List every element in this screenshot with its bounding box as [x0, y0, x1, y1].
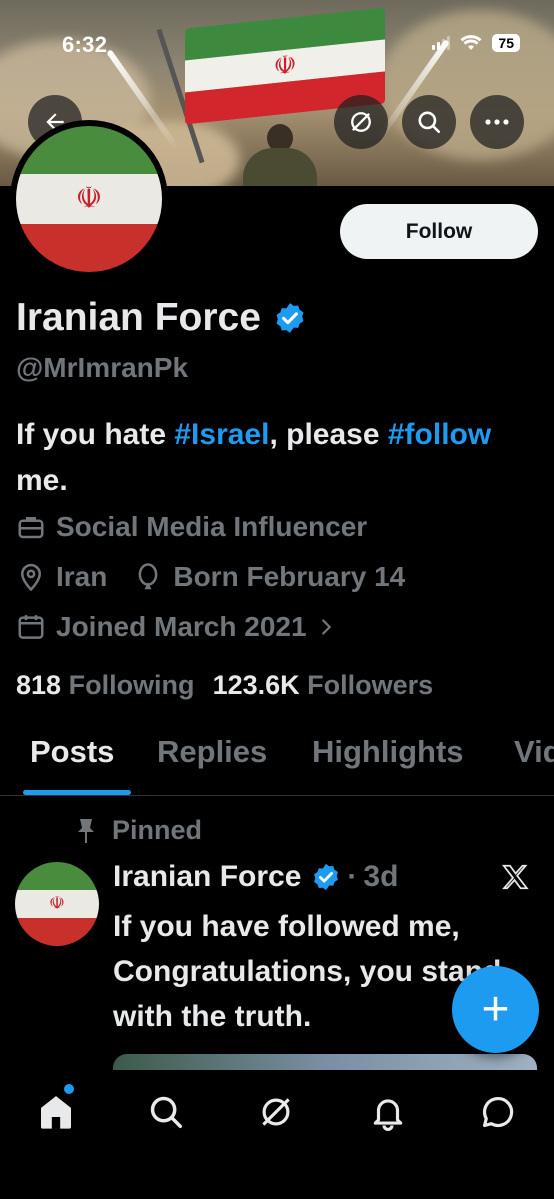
hashtag-link[interactable]: #Israel	[174, 418, 269, 451]
messages-icon	[482, 1096, 514, 1128]
post-author-name[interactable]: Iranian Force	[113, 860, 301, 894]
briefcase-icon	[18, 517, 44, 539]
tab-replies[interactable]: Replies	[157, 734, 267, 770]
birthday-text: Born February 14	[173, 561, 406, 592]
more-horizontal-icon	[485, 119, 509, 125]
post-separator: ·	[347, 860, 358, 893]
calendar-icon	[18, 615, 44, 639]
cellular-signal-icon	[432, 36, 451, 50]
balloon-icon	[138, 563, 158, 590]
pin-icon	[78, 818, 94, 843]
search-icon	[418, 111, 441, 134]
location-pin-icon	[20, 563, 42, 592]
profile-joined[interactable]: Joined March 2021	[16, 611, 337, 643]
nav-home[interactable]	[34, 1090, 78, 1134]
x-logo-icon[interactable]	[500, 862, 530, 892]
active-tab-indicator	[23, 790, 131, 795]
bio-text: If you hate	[16, 418, 175, 451]
post-author-avatar[interactable]: ☫	[15, 862, 99, 946]
profile-handle: @MrImranPk	[16, 352, 189, 383]
post-header: Iranian Force · 3d	[113, 860, 398, 894]
verified-badge-icon[interactable]	[273, 301, 307, 335]
status-time: 6:32	[62, 32, 108, 57]
tab-posts[interactable]: Posts	[30, 734, 114, 770]
tab-highlights[interactable]: Highlights	[312, 734, 464, 770]
category-text: Social Media Influencer	[56, 511, 368, 542]
slash-circle-icon	[351, 112, 371, 132]
status-indicators: 75	[432, 34, 520, 52]
nav-messages[interactable]	[476, 1090, 520, 1134]
banner-soldier	[225, 120, 335, 186]
follow-button[interactable]: Follow	[340, 204, 538, 259]
joined-text: Joined March 2021	[56, 611, 307, 642]
followers-count: 123.6K	[212, 670, 300, 700]
compose-post-button[interactable]: +	[452, 966, 539, 1053]
chevron-right-icon	[321, 619, 331, 635]
pinned-indicator: Pinned	[74, 815, 202, 846]
pinned-label: Pinned	[112, 815, 203, 845]
followers-label: Followers	[307, 670, 434, 700]
following-count: 818	[16, 670, 62, 700]
grok-icon	[262, 1098, 290, 1126]
display-name-text: Iranian Force	[16, 296, 261, 339]
following-label: Following	[68, 670, 195, 700]
grok-button[interactable]	[334, 95, 388, 149]
more-button[interactable]	[470, 95, 524, 149]
location-text: Iran	[56, 561, 108, 592]
search-icon	[150, 1096, 182, 1128]
nav-search[interactable]	[144, 1090, 188, 1134]
profile-bio: If you hate #Israel, please #follow me.	[16, 412, 536, 504]
verified-badge-icon	[314, 863, 339, 891]
notifications-bell-icon	[373, 1099, 403, 1131]
bio-text: , please	[269, 418, 388, 451]
post-timestamp[interactable]: 3d	[363, 860, 398, 894]
bottom-navigation	[0, 1070, 554, 1199]
home-icon	[41, 1096, 71, 1129]
followers-link[interactable]: 123.6K Followers	[213, 670, 434, 701]
profile-category: Social Media Influencer	[16, 511, 367, 543]
profile-avatar[interactable]: ☫	[10, 120, 168, 278]
bio-text: me.	[16, 464, 68, 497]
following-link[interactable]: 818 Following	[16, 670, 195, 701]
hashtag-link[interactable]: #follow	[388, 418, 491, 451]
profile-location-birthday: Iran Born February 14	[16, 561, 405, 593]
profile-display-name: Iranian Force	[16, 296, 307, 340]
follow-stats: 818 Following 123.6K Followers	[16, 670, 433, 701]
nav-grok[interactable]	[254, 1090, 298, 1134]
profile-tabs: Posts Replies Highlights Vid	[0, 734, 554, 796]
nav-notifications[interactable]	[366, 1090, 410, 1134]
tab-videos[interactable]: Vid	[514, 734, 554, 770]
battery-indicator: 75	[492, 34, 520, 52]
wifi-icon	[460, 35, 482, 50]
search-button[interactable]	[402, 95, 456, 149]
home-notification-dot	[64, 1084, 74, 1094]
